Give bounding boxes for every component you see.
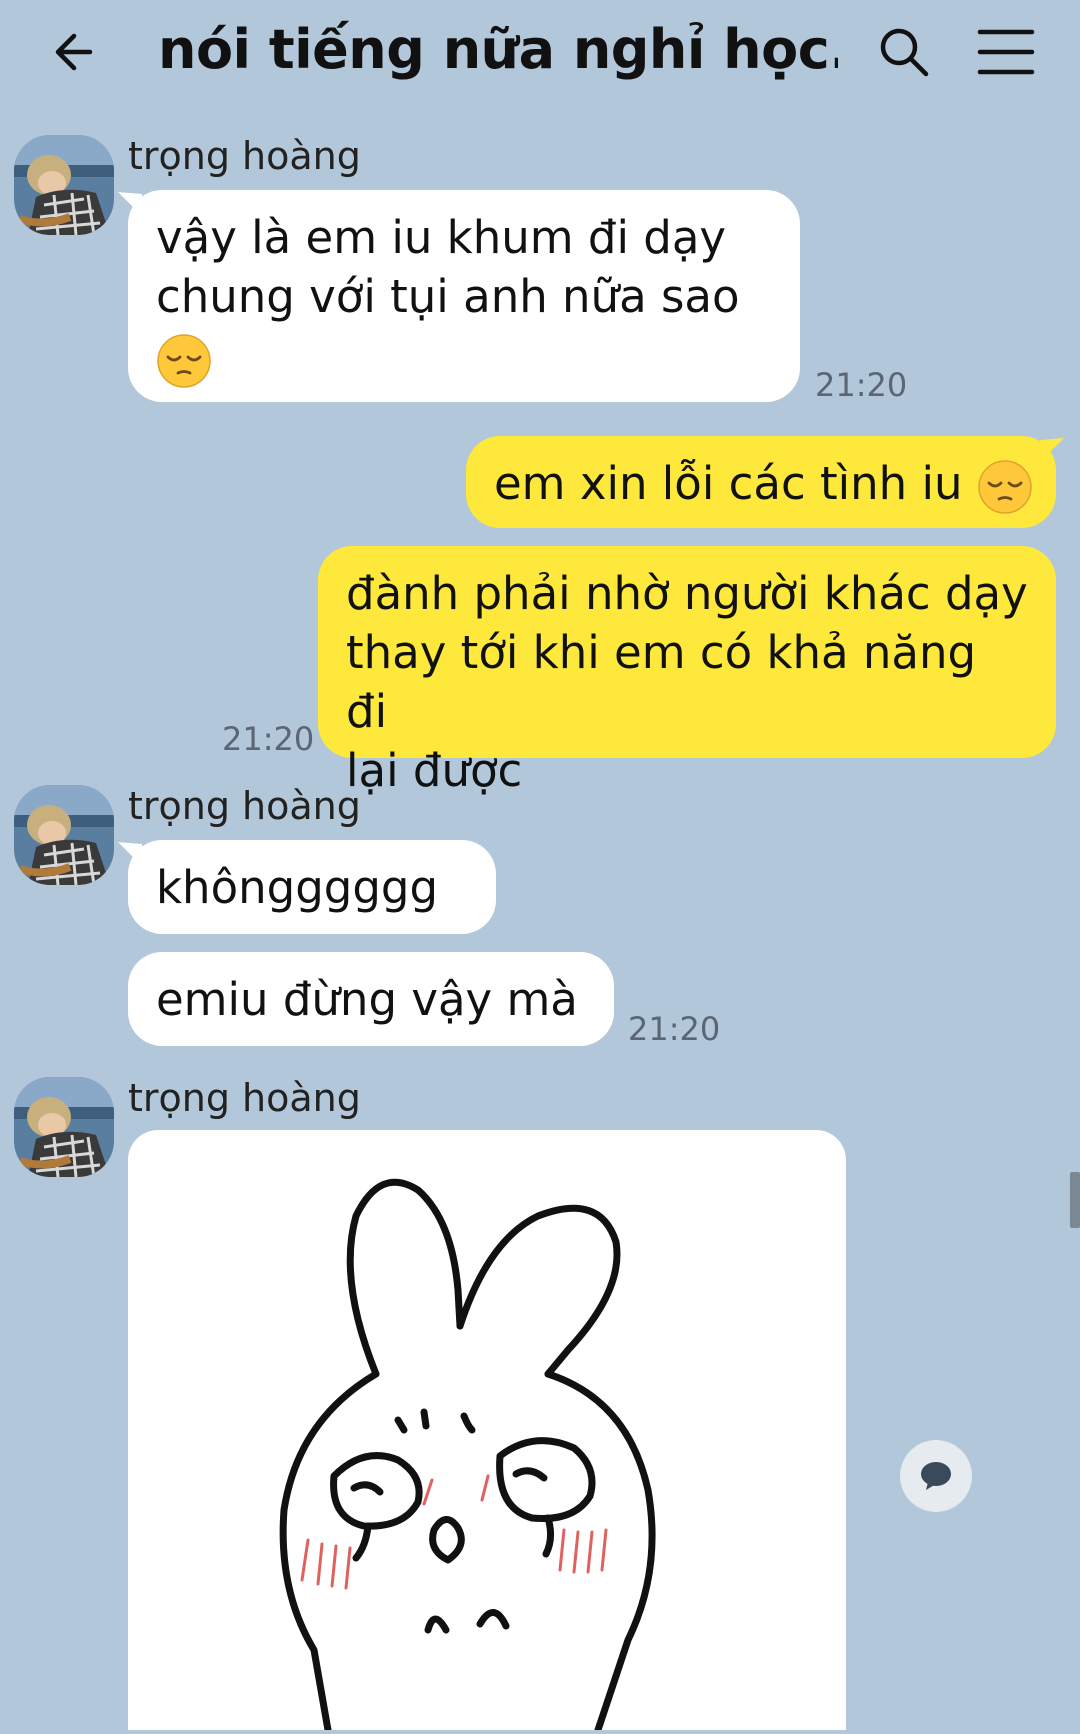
chat-header: nói tiếng nữa nghỉ học...	[0, 0, 1080, 110]
message-text: em xin lỗi các tình iu	[494, 457, 963, 510]
sender-name: trọng hoàng	[128, 784, 361, 828]
bunny-drawing	[279, 1178, 656, 1734]
chat-title: nói tiếng nữa nghỉ học...	[158, 18, 838, 81]
menu-icon	[977, 29, 1035, 75]
message-time: 21:20	[628, 1010, 721, 1048]
back-button[interactable]	[50, 24, 106, 80]
message-line: đành phải nhờ người khác dạy	[346, 567, 1028, 620]
sender-avatar[interactable]	[14, 1077, 114, 1177]
search-button[interactable]	[876, 24, 932, 80]
message-text: khôngggggg	[156, 861, 439, 914]
scrollbar-thumb[interactable]	[1070, 1172, 1080, 1228]
reply-button[interactable]	[900, 1440, 972, 1512]
message-line: vậy là em iu khum đi dạy	[156, 211, 727, 264]
message-bubble[interactable]: khôngggggg	[128, 840, 496, 934]
sender-avatar[interactable]	[14, 785, 114, 885]
sender-name: trọng hoàng	[128, 134, 361, 178]
arrow-left-icon	[55, 33, 93, 71]
pensive-emoji	[977, 457, 1033, 514]
avatar-photo	[14, 785, 114, 885]
sender-name: trọng hoàng	[128, 1076, 361, 1120]
message-time: 21:20	[815, 366, 908, 404]
search-icon	[880, 28, 929, 77]
message-time: 21:20	[222, 720, 315, 758]
speech-bubble-icon	[921, 1462, 951, 1490]
message-line: lại được	[346, 744, 523, 797]
menu-button[interactable]	[976, 26, 1036, 78]
message-line: chung với tụi anh nữa sao	[156, 270, 740, 323]
pensive-emoji	[156, 328, 772, 389]
message-line: thay tới khi em có khả năng đi	[346, 626, 977, 738]
message-bubble[interactable]: em xin lỗi các tình iu	[466, 436, 1056, 528]
message-bubble[interactable]: emiu đừng vậy mà	[128, 952, 614, 1046]
sender-avatar[interactable]	[14, 135, 114, 235]
avatar-photo	[14, 135, 114, 235]
message-text: emiu đừng vậy mà	[156, 973, 578, 1026]
avatar-photo	[14, 1077, 114, 1177]
message-bubble[interactable]: đành phải nhờ người khác dạy thay tới kh…	[318, 546, 1056, 797]
crying-bunny-sticker[interactable]	[128, 1130, 846, 1734]
message-bubble[interactable]: vậy là em iu khum đi dạy chung với tụi a…	[128, 190, 800, 402]
